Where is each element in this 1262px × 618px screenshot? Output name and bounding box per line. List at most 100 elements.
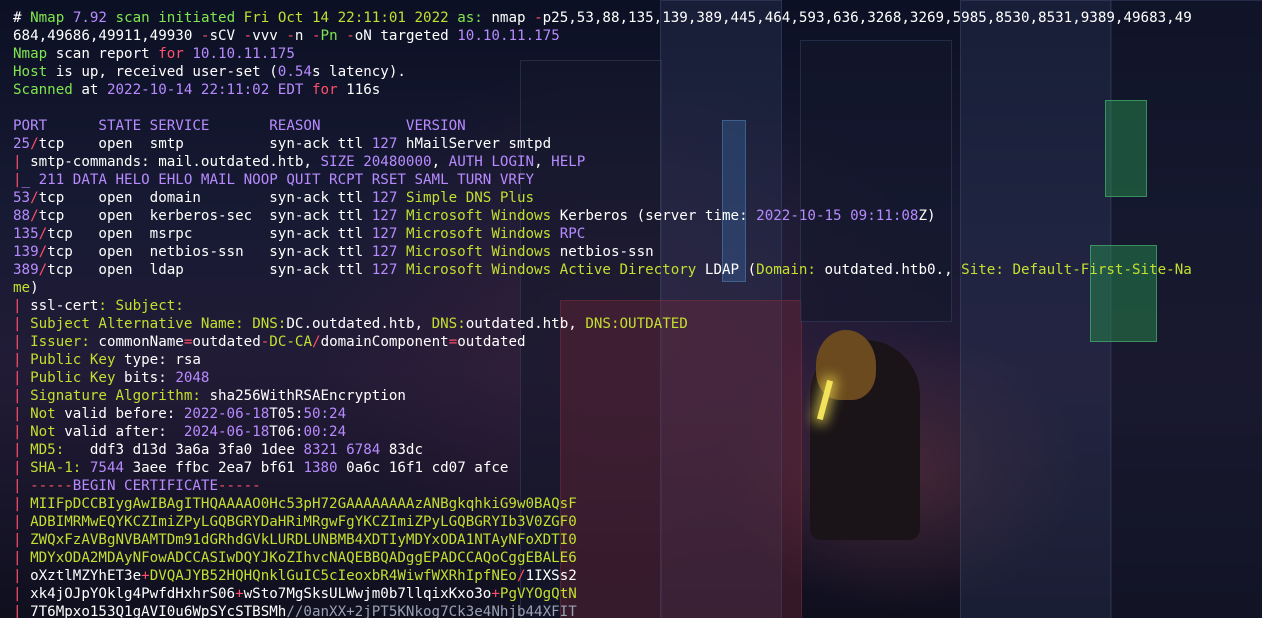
output-text: SIZE 20480000 (320, 154, 432, 170)
output-text: 127 (371, 226, 398, 242)
output-text: - (286, 28, 295, 44)
output-text: tcp open msrpc syn-ack ttl (47, 226, 372, 242)
output-text: ) (30, 280, 39, 296)
output-text: 389 (13, 262, 39, 278)
output-line: | MD5: ddf3 d13d 3a6a 3fa0 1dee 8321 678… (13, 441, 1262, 459)
output-text: | (13, 352, 22, 368)
output-text: + (235, 586, 244, 602)
output-text: PgVYOgQtN (499, 586, 577, 602)
output-text: , (534, 154, 552, 170)
output-line: me) (13, 279, 1262, 297)
output-line: | Public Key bits: 2048 (13, 369, 1262, 387)
output-text: 684,49686,49911,49930 (13, 28, 201, 44)
output-text: 2022-10-14 22:11:02 EDT (106, 82, 304, 98)
output-text: 139 (13, 244, 39, 260)
output-text: tcp open netbios-ssn syn-ack ttl (47, 244, 372, 260)
output-text: DNS: (431, 316, 466, 332)
output-text: | (13, 514, 22, 530)
output-text: 116s (337, 82, 381, 98)
output-text: # (13, 10, 31, 26)
output-text: ----- (218, 478, 261, 494)
output-line: | ZWQxFzAVBgNVBAMTDm91dGRhdGVkLURDLUNBMB… (13, 531, 1262, 549)
output-text: | (13, 388, 22, 404)
output-text: Z) (918, 208, 936, 224)
output-text: as: (457, 10, 483, 26)
output-text: 0a6c 16f1 cd07 afce (337, 460, 509, 476)
output-text: 2024-06-18 (183, 424, 270, 440)
output-text: Issuer: (30, 334, 90, 350)
output-text: xk4jOJpYOklg4PwfdHxhrS06 (21, 586, 236, 602)
output-text: hMailServer smtpd (397, 136, 552, 152)
output-text: / (516, 568, 526, 584)
output-text: | (13, 568, 22, 584)
output-text: = (448, 334, 458, 350)
output-text: 127 (371, 262, 398, 278)
output-text: | (13, 424, 22, 440)
output-text: | (13, 334, 22, 350)
output-text: Site: (961, 262, 1004, 278)
output-text: DNS:OUTDATED (585, 316, 688, 332)
output-line: 389/tcp open ldap syn-ack ttl 127 Micros… (13, 261, 1262, 279)
output-text: 25 (13, 136, 31, 152)
output-line: 53/tcp open domain syn-ack ttl 127 Simpl… (13, 189, 1262, 207)
output-line: | Public Key type: rsa (13, 351, 1262, 369)
output-text: p25,53,88,135,139,389,445,464,593,636,32… (542, 10, 1192, 26)
output-text: for (158, 46, 184, 62)
output-line: | Not valid before: 2022-06-18T05:50:24 (13, 405, 1262, 423)
output-text: Scanned (13, 82, 73, 98)
output-text: _ 211 DATA HELO EHLO MAIL NOOP QUIT RCPT… (21, 172, 535, 188)
terminal-window[interactable]: # Nmap 7.92 scan initiated Fri Oct 14 22… (0, 0, 1262, 618)
output-text: / (30, 208, 39, 224)
output-line: | xk4jOJpYOklg4PwfdHxhrS06+wSto7MgSksULW… (13, 585, 1262, 603)
output-text: DVQAJYB52HQHQnklGuIC5cIeoxbR4WiwfWXRhIpf… (149, 568, 517, 584)
output-text: + (491, 586, 500, 602)
output-text: SHA-1: (30, 460, 82, 476)
output-text: T06: (269, 424, 304, 440)
output-text: LDAP ( (696, 262, 757, 278)
output-text: scan report (47, 46, 159, 62)
output-text: MIIFpDCCBIygAwIBAgITHQAAAAO0Hc53pH72GAAA… (30, 496, 577, 512)
output-text: 7.92 (72, 10, 107, 26)
output-text: 127 (371, 190, 398, 206)
output-text: BEGIN CERTIFICATE (72, 478, 219, 494)
output-text: Subject: (115, 298, 184, 314)
output-text: Nmap (13, 46, 48, 62)
output-text: RPC (559, 226, 586, 242)
output-text: | (13, 316, 22, 332)
output-text: | (13, 460, 22, 476)
output-text: valid after: (55, 424, 184, 440)
output-text: commonName (89, 334, 184, 350)
output-line: | Subject Alternative Name: DNS:DC.outda… (13, 315, 1262, 333)
output-text: sCV (209, 28, 244, 44)
output-text: / (38, 226, 48, 242)
output-text: 127 (371, 136, 398, 152)
output-text: n (294, 28, 312, 44)
output-text: tcp open ldap syn-ack ttl (47, 262, 372, 278)
output-text: nmap (482, 10, 535, 26)
output-text: outdated.htb, (465, 316, 586, 332)
output-text: wSto7MgSksULWwjm0b7llqixKxo3o (243, 586, 492, 602)
output-text: 83dc (380, 442, 424, 458)
output-text: 135 (13, 226, 39, 242)
output-text: oN targeted (354, 28, 458, 44)
output-text: Nmap (30, 10, 65, 26)
output-line: | -----BEGIN CERTIFICATE----- (13, 477, 1262, 495)
output-text: smtp-commands: mail.outdated.htb, (21, 154, 321, 170)
output-text: Kerberos (server time: (551, 208, 757, 224)
output-text: bits: (115, 370, 176, 386)
